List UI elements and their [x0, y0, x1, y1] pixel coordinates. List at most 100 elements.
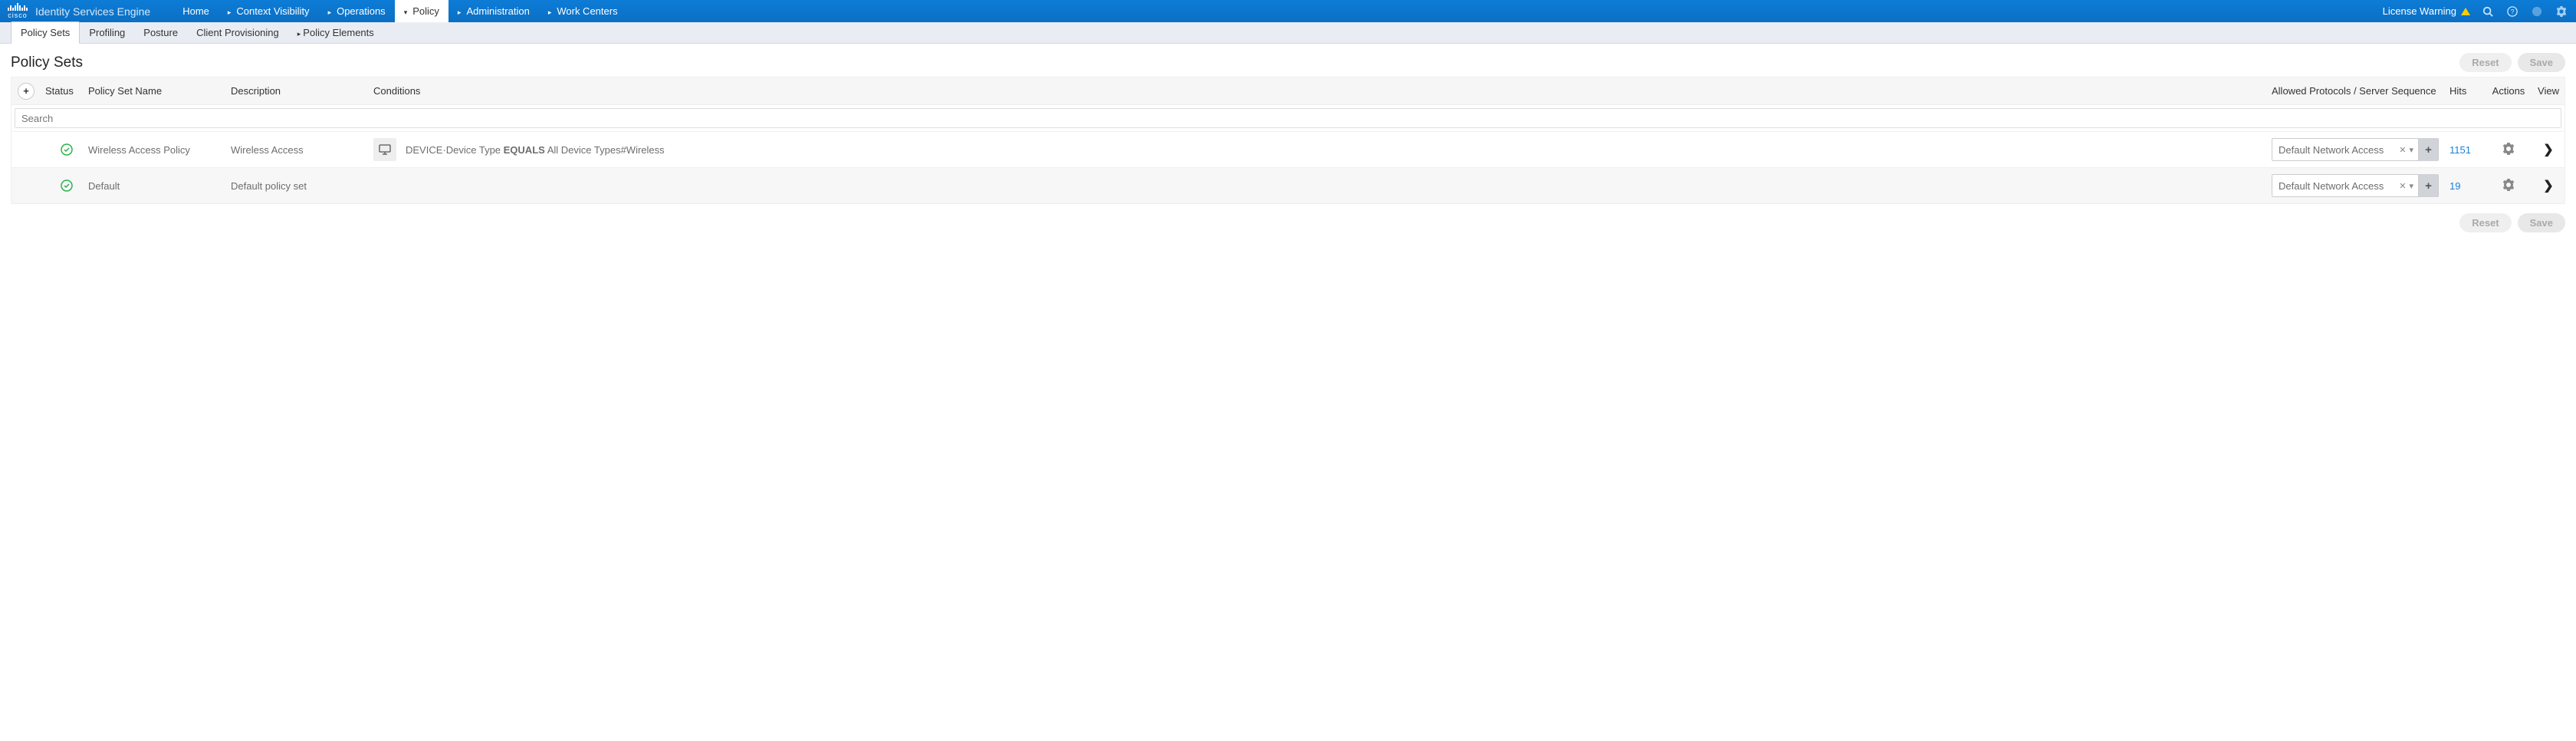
- subnav-client-prov-label: Client Provisioning: [196, 27, 279, 38]
- gear-icon[interactable]: [2502, 146, 2515, 157]
- gear-icon[interactable]: [2555, 5, 2568, 18]
- topnav-administration[interactable]: Administration: [449, 0, 539, 22]
- header-buttons: Reset Save: [2459, 53, 2565, 72]
- clear-icon[interactable]: ✕: [2399, 145, 2406, 155]
- protocol-select[interactable]: Default Network Access ✕▾ +: [2272, 174, 2439, 197]
- gear-icon[interactable]: [2502, 182, 2515, 193]
- protocol-value: Default Network Access: [2272, 144, 2394, 156]
- page-title: Policy Sets: [11, 54, 83, 71]
- th-conditions: Conditions: [373, 85, 2272, 97]
- subnav-profiling-label: Profiling: [89, 27, 125, 38]
- subnav-posture-label: Posture: [143, 27, 178, 38]
- topnav-context-visibility[interactable]: Context Visibility: [219, 0, 319, 22]
- status-enabled-icon: [61, 143, 73, 156]
- protocol-value: Default Network Access: [2272, 180, 2394, 192]
- row-conditions[interactable]: DEVICE·Device Type EQUALS All Device Typ…: [373, 138, 2272, 161]
- cond-prefix: DEVICE·Device Type: [406, 144, 504, 156]
- cond-suffix: All Device Types#Wireless: [545, 144, 665, 156]
- th-name: Policy Set Name: [88, 85, 231, 97]
- th-view: View: [2532, 85, 2564, 97]
- protocol-select[interactable]: Default Network Access ✕▾ +: [2272, 138, 2439, 161]
- status-cell[interactable]: [45, 179, 88, 192]
- row-view: ❯: [2532, 142, 2564, 157]
- topnav-policy-label: Policy: [412, 5, 439, 17]
- protocol-controls: ✕▾: [2394, 181, 2418, 191]
- help-icon[interactable]: ?: [2505, 5, 2519, 18]
- condition-text: DEVICE·Device Type EQUALS All Device Typ…: [406, 144, 665, 156]
- row-protocols: Default Network Access ✕▾ +: [2272, 174, 2450, 197]
- row-name[interactable]: Default: [88, 180, 231, 192]
- save-button[interactable]: Save: [2518, 53, 2565, 72]
- cond-operator: EQUALS: [504, 144, 545, 156]
- row-hits: 19: [2450, 180, 2485, 192]
- svg-text:?: ?: [2511, 8, 2515, 15]
- table-row: Default Default policy set Default Netwo…: [12, 167, 2564, 203]
- row-description[interactable]: Wireless Access: [231, 144, 373, 156]
- chevron-down-icon[interactable]: ▾: [2409, 145, 2413, 155]
- caret-right-icon: [228, 5, 234, 17]
- caret-down-icon: [404, 5, 410, 17]
- add-protocol-button[interactable]: +: [2418, 174, 2438, 197]
- subnav-profiling[interactable]: Profiling: [80, 22, 134, 43]
- hits-link[interactable]: 19: [2450, 180, 2460, 192]
- hits-link[interactable]: 1151: [2450, 144, 2471, 156]
- caret-right-icon: [328, 5, 334, 17]
- th-protocols: Allowed Protocols / Server Sequence: [2272, 85, 2450, 97]
- th-status: Status: [45, 85, 88, 97]
- reset-button[interactable]: Reset: [2459, 213, 2511, 232]
- row-actions: [2485, 143, 2532, 157]
- row-protocols: Default Network Access ✕▾ +: [2272, 138, 2450, 161]
- topnav-work-centers[interactable]: Work Centers: [539, 0, 627, 22]
- page-header: Policy Sets Reset Save: [11, 53, 2565, 72]
- cisco-logo: cisco: [8, 3, 28, 19]
- th-hits: Hits: [2450, 85, 2485, 97]
- protocol-controls: ✕▾: [2394, 145, 2418, 155]
- brand: cisco Identity Services Engine: [8, 3, 150, 19]
- topnav-home[interactable]: Home: [173, 0, 219, 22]
- search-input[interactable]: [15, 108, 2561, 128]
- table-header: + Status Policy Set Name Description Con…: [12, 77, 2564, 105]
- subnav-policy-elements-label: Policy Elements: [303, 27, 373, 38]
- top-nav: Home Context Visibility Operations Polic…: [173, 0, 626, 22]
- license-warning-label: License Warning: [2383, 5, 2456, 17]
- add-policy-button[interactable]: +: [18, 83, 34, 100]
- cisco-logo-bars: [8, 3, 28, 11]
- license-warning[interactable]: License Warning: [2383, 5, 2470, 17]
- th-actions: Actions: [2485, 85, 2532, 97]
- warning-triangle-icon: [2461, 8, 2470, 15]
- top-bar: cisco Identity Services Engine Home Cont…: [0, 0, 2576, 22]
- topnav-operations-label: Operations: [337, 5, 386, 17]
- chevron-down-icon[interactable]: ▾: [2409, 181, 2413, 191]
- topnav-administration-label: Administration: [466, 5, 529, 17]
- subnav-policy-sets[interactable]: Policy Sets: [11, 21, 80, 44]
- subnav-posture[interactable]: Posture: [134, 22, 187, 43]
- row-hits: 1151: [2450, 144, 2485, 156]
- row-actions: [2485, 179, 2532, 193]
- topnav-workcenters-label: Work Centers: [557, 5, 617, 17]
- search-icon[interactable]: [2481, 5, 2495, 18]
- chevron-right-icon[interactable]: ❯: [2543, 179, 2553, 193]
- product-name: Identity Services Engine: [35, 5, 150, 18]
- reset-button[interactable]: Reset: [2459, 53, 2511, 72]
- topnav-operations[interactable]: Operations: [319, 0, 395, 22]
- footer-buttons: Reset Save: [11, 213, 2565, 232]
- clear-icon[interactable]: ✕: [2399, 181, 2406, 191]
- cisco-logo-text: cisco: [8, 12, 28, 19]
- page-body: Policy Sets Reset Save + Status Policy S…: [0, 44, 2576, 242]
- sub-nav: Policy Sets Profiling Posture Client Pro…: [0, 22, 2576, 44]
- subnav-client-provisioning[interactable]: Client Provisioning: [187, 22, 288, 43]
- caret-right-icon: [548, 5, 554, 17]
- chevron-right-icon[interactable]: ❯: [2543, 143, 2553, 156]
- row-description[interactable]: Default policy set: [231, 180, 373, 192]
- row-name[interactable]: Wireless Access Policy: [88, 144, 231, 156]
- add-protocol-button[interactable]: +: [2418, 138, 2438, 161]
- topnav-context-label: Context Visibility: [236, 5, 309, 17]
- subnav-policy-sets-label: Policy Sets: [21, 27, 70, 38]
- topnav-policy[interactable]: Policy: [395, 0, 449, 22]
- status-enabled-icon: [61, 179, 73, 192]
- status-cell[interactable]: [45, 143, 88, 156]
- row-view: ❯: [2532, 178, 2564, 193]
- subnav-policy-elements[interactable]: Policy Elements: [288, 22, 383, 43]
- save-button[interactable]: Save: [2518, 213, 2565, 232]
- user-icon[interactable]: [2530, 5, 2544, 18]
